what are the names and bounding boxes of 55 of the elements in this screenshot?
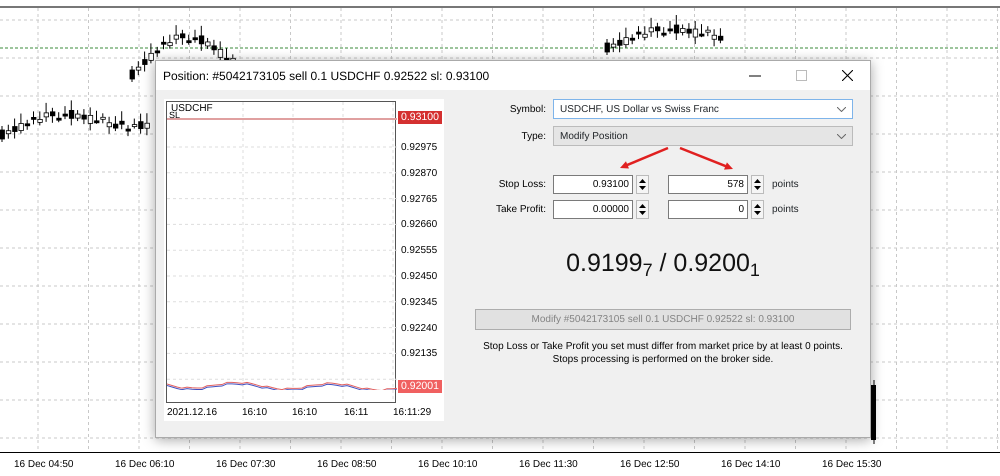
price-axis-label: 0.92765: [401, 194, 438, 206]
field-label: Type:: [520, 130, 547, 144]
up-down-arrows-icon: [638, 202, 647, 217]
price-axis-label: 0.92450: [401, 271, 438, 283]
price-axis-label: 0.92240: [401, 322, 438, 335]
up-down-arrows-icon: [638, 176, 647, 192]
axis-label: 16 Dec 15:30: [822, 458, 882, 472]
spinner-button[interactable]: [751, 200, 764, 219]
note-text: Stops processing is performed on the broker side.: [552, 352, 774, 366]
spinner-button[interactable]: [751, 175, 764, 194]
points-input[interactable]: 0: [668, 200, 748, 219]
sl-marker: SL: [169, 110, 180, 121]
dropdown: Modify Position: [553, 126, 853, 146]
field-label: Symbol:: [508, 102, 547, 116]
minimize-icon: [749, 74, 761, 76]
axis-label: 16 Dec 04:50: [14, 458, 74, 472]
window-title: Position: #5042173105 sell 0.1 USDCHF 0.92522 sl: 0.93100: [163, 68, 490, 84]
chevron-icon: [837, 134, 846, 138]
price-axis-label: 0.92975: [401, 142, 438, 154]
up-down-arrows-icon: [753, 202, 762, 217]
maximize-icon: [796, 70, 806, 81]
unit-label: points: [772, 178, 799, 192]
up-down-arrows-icon: [753, 176, 762, 192]
axis-label: 16 Dec 11:30: [519, 458, 579, 472]
bid-ask-quote: 0.9199$_{7}$ / 0.9200$_{1}$: [566, 248, 760, 282]
price-axis-label: 0.92135: [401, 348, 438, 360]
current-price-tag: 0.92001: [398, 380, 442, 393]
dropdown[interactable]: USDCHF, US Dollar vs Swiss Franc: [553, 99, 853, 119]
price-axis-label: 0.92870: [401, 168, 438, 180]
axis-label: 16 Dec 10:10: [418, 458, 478, 472]
price-input[interactable]: 0.00000: [553, 200, 633, 219]
time-axis-label: 16:11:29: [393, 407, 432, 419]
time-axis-label: 16:11: [344, 407, 368, 419]
close-icon: [842, 70, 852, 81]
price-axis-label: 0.92345: [401, 296, 438, 309]
field-label: Stop Loss:: [498, 178, 547, 192]
axis-label: 16 Dec 12:50: [620, 458, 680, 472]
price-axis-label: 0.92660: [401, 219, 438, 232]
points-input[interactable]: 578: [668, 175, 748, 194]
time-axis-label: 16:10: [242, 407, 268, 419]
price-input[interactable]: 0.93100: [553, 175, 633, 194]
axis-label: 16 Dec 07:30: [216, 458, 276, 472]
sl-price-tag: 0.93100: [398, 111, 442, 124]
axis-label: 16 Dec 08:50: [317, 458, 378, 472]
time-axis-label: 2021.12.16: [167, 407, 218, 419]
unit-label: points: [772, 203, 799, 217]
axis-label: 16 Dec 06:10: [115, 458, 176, 472]
field-label: Take Profit:: [494, 203, 547, 217]
spinner-button[interactable]: [636, 200, 649, 219]
price-axis-label: 0.92555: [401, 245, 438, 258]
chevron-icon: [837, 106, 846, 112]
spinner-button[interactable]: [636, 175, 649, 194]
note-text: Stop Loss or Take Profit you set must differ from market price by at least 0 points.: [483, 340, 843, 352]
axis-label: 16 Dec 14:10: [721, 458, 782, 472]
time-axis-label: 16:10: [292, 407, 318, 419]
